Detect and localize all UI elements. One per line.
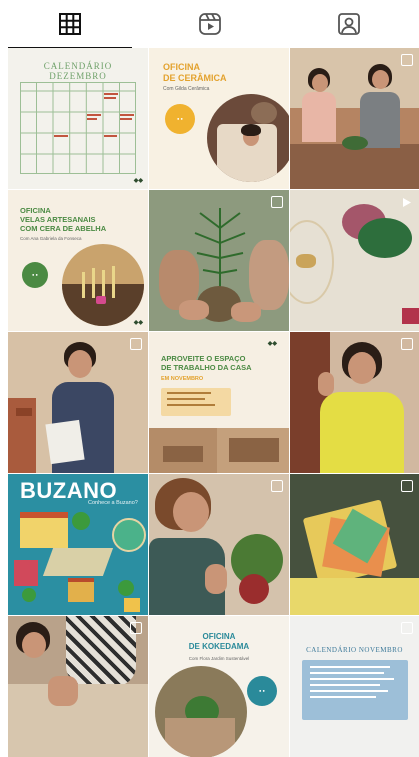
workshop-photo xyxy=(62,244,144,326)
post-grid: CALENDÁRIO DEZEMBRO ◆◆ OFICINA DE CERÂMI… xyxy=(8,48,419,757)
post-subtitle: Com Ana Gabriela da Fonseca xyxy=(20,236,82,241)
calendar-grid xyxy=(20,82,136,174)
date-badge: ● ● xyxy=(165,104,195,134)
post-calendar-december[interactable]: CALENDÁRIO DEZEMBRO ◆◆ xyxy=(8,48,148,189)
post-title: OFICINA DE KOKEDAMA xyxy=(188,632,250,651)
post-photo-woman-yellow[interactable] xyxy=(290,332,419,473)
calendar-list xyxy=(302,660,408,720)
multiple-images-icon xyxy=(130,338,142,350)
post-photo-woman-kokedama[interactable] xyxy=(149,474,289,615)
multiple-images-icon xyxy=(271,480,283,492)
post-subtitle: Conhece a Buzano? xyxy=(88,500,138,506)
tab-tagged[interactable] xyxy=(279,0,419,48)
multiple-images-icon xyxy=(401,338,413,350)
illustration-school xyxy=(20,512,68,548)
multiple-images-icon xyxy=(401,54,413,66)
post-title: OFICINA DE CERÂMICA xyxy=(163,62,227,83)
multiple-images-icon xyxy=(130,622,142,634)
workshop-photo xyxy=(207,94,289,182)
post-photo-ceramics-class[interactable] xyxy=(290,48,419,189)
calendar-title: CALENDÁRIO NOVEMBRO xyxy=(306,646,403,654)
post-title: APROVEITE O ESPAÇO DE TRABALHO DA CASA xyxy=(161,354,252,372)
post-subtitle: Com Flora Jardim Sustentável xyxy=(188,656,250,661)
post-oficina-kokedama[interactable]: OFICINA DE KOKEDAMA Com Flora Jardim Sus… xyxy=(149,616,289,757)
calendar-title: CALENDÁRIO DEZEMBRO xyxy=(43,61,113,81)
post-title: OFICINA VELAS ARTESANAIS COM CERA DE ABE… xyxy=(20,206,107,233)
reel-icon xyxy=(400,196,413,209)
post-espaco-de-trabalho[interactable]: ◆◆ APROVEITE O ESPAÇO DE TRABALHO DA CAS… xyxy=(149,332,289,473)
multiple-images-icon xyxy=(271,196,283,208)
brand-logo: ◆◆ xyxy=(133,178,143,184)
post-calendar-november[interactable]: CALENDÁRIO NOVEMBRO xyxy=(290,616,419,757)
post-photo-child-craft[interactable] xyxy=(8,616,148,757)
tab-grid[interactable] xyxy=(0,0,140,48)
tagged-icon xyxy=(338,13,361,35)
tab-reels[interactable] xyxy=(140,0,280,48)
profile-tabs xyxy=(0,0,419,48)
post-subtitle: Com Gilda Cerâmica xyxy=(163,86,210,92)
multiple-images-icon xyxy=(401,622,413,634)
info-box xyxy=(161,388,231,416)
post-oficina-velas[interactable]: OFICINA VELAS ARTESANAIS COM CERA DE ABE… xyxy=(8,190,148,331)
date-badge: ● ● xyxy=(22,262,48,288)
post-oficina-ceramica[interactable]: OFICINA DE CERÂMICA Com Gilda Cerâmica ●… xyxy=(149,48,289,189)
post-photo-textiles[interactable] xyxy=(290,190,419,331)
workspace-photo xyxy=(149,428,289,473)
workshop-photo xyxy=(155,666,247,757)
post-photo-woman-teaching[interactable] xyxy=(8,332,148,473)
brand-logo: ◆◆ xyxy=(267,341,277,347)
post-buzano[interactable]: BUZANO Conhece a Buzano? xyxy=(8,474,148,615)
post-photo-kokedama-plant[interactable] xyxy=(149,190,289,331)
grid-icon xyxy=(58,13,81,35)
brand-logo: ◆◆ xyxy=(133,320,143,326)
reels-icon xyxy=(198,13,221,35)
post-photo-paper-craft[interactable] xyxy=(290,474,419,615)
date-badge: ● ● xyxy=(247,676,277,706)
multiple-images-icon xyxy=(401,480,413,492)
post-tag: EM NOVEMBRO xyxy=(161,376,204,382)
